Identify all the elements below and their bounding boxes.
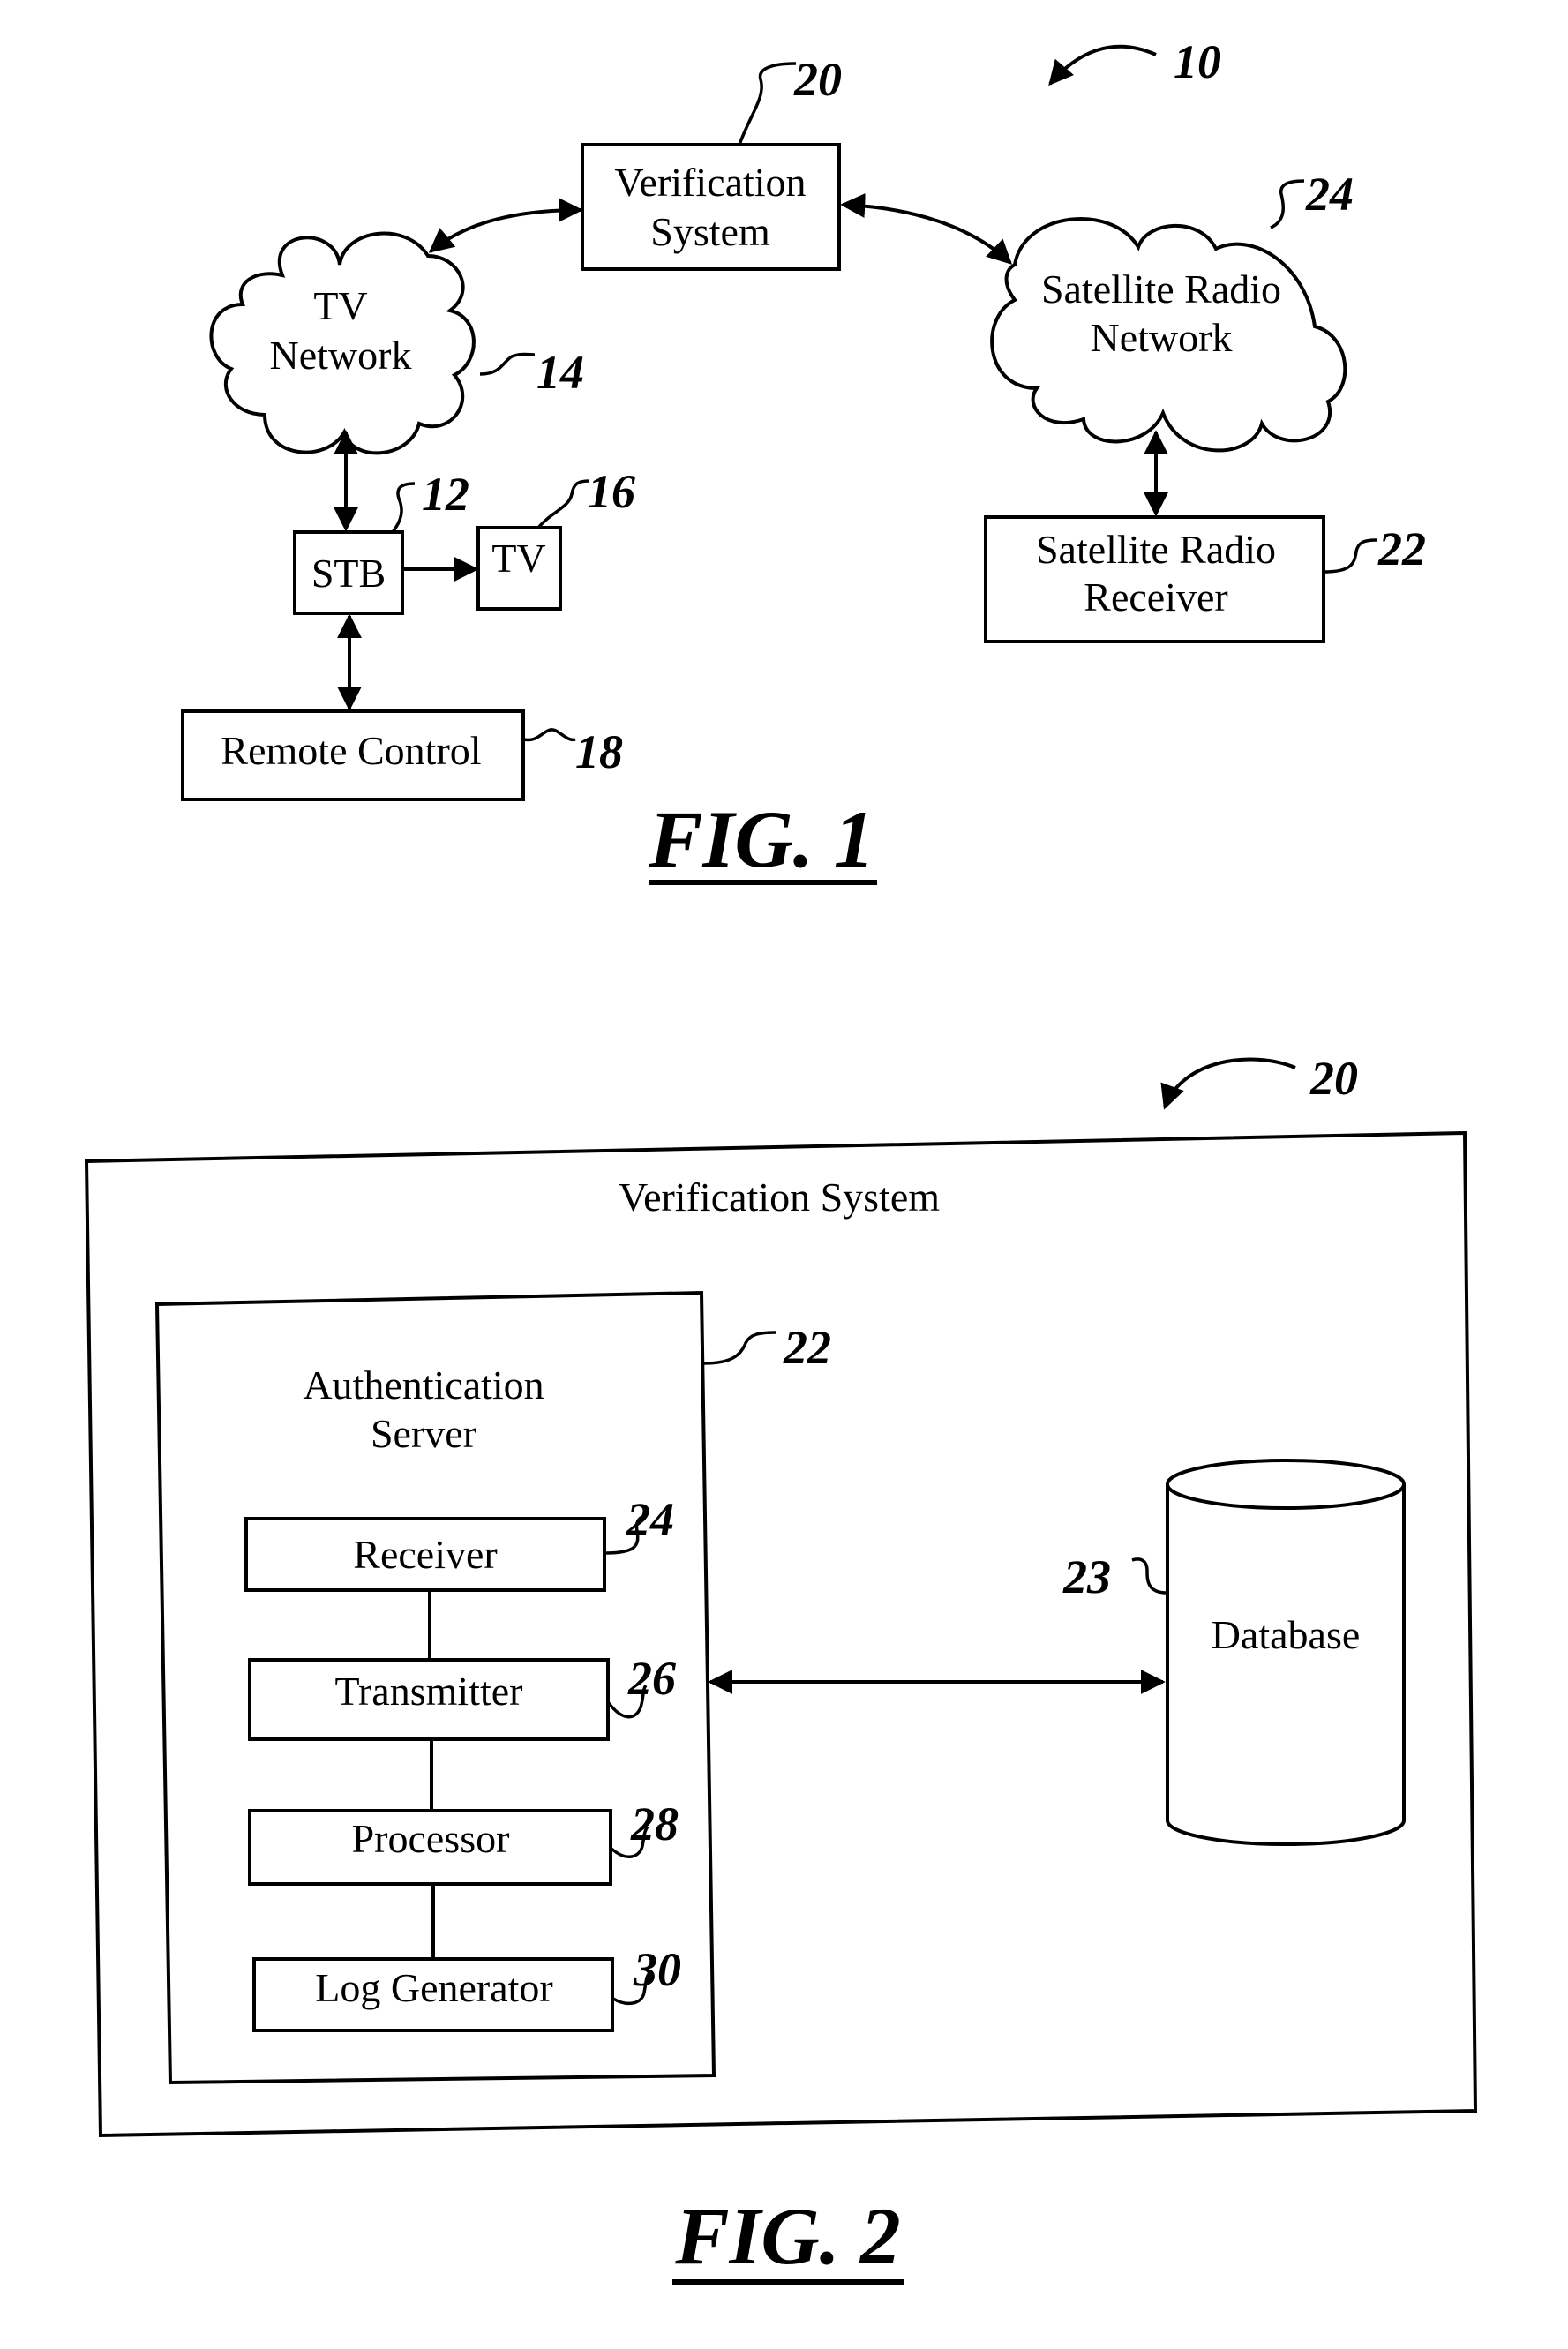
leader-line xyxy=(536,479,590,529)
link-verification-satellite-network xyxy=(840,193,1013,265)
node-label: STB xyxy=(311,551,386,596)
ref-label: 12 xyxy=(422,468,469,521)
remote-control-node: Remote Control 18 xyxy=(181,709,623,801)
leader-line xyxy=(391,482,416,534)
caption-text: FIG. 1 xyxy=(648,794,874,884)
leader-line xyxy=(523,728,576,742)
ref-label: 16 xyxy=(588,465,635,518)
ref-label: 20 xyxy=(1309,1052,1358,1105)
ref-label: 20 xyxy=(793,53,842,106)
leader-line xyxy=(479,352,536,376)
leader-line xyxy=(1270,179,1305,229)
link-verification-tv-network xyxy=(428,198,583,253)
container-label: Verification System xyxy=(619,1174,940,1220)
database-label: Database xyxy=(1212,1612,1361,1657)
tv-network-node: TV Network 14 xyxy=(209,231,584,455)
component-label: Transmitter xyxy=(335,1669,523,1714)
verification-system-node: Verification System 20 xyxy=(581,53,842,271)
curved-arrow-icon xyxy=(1048,44,1157,86)
leader-line xyxy=(1323,538,1377,574)
node-label-line2: Network xyxy=(270,333,412,378)
component-label: Receiver xyxy=(353,1532,497,1577)
node-label-line2: Network xyxy=(1091,315,1233,360)
curved-arrow-icon xyxy=(1160,1057,1296,1110)
node-label-line2: Receiver xyxy=(1084,574,1227,619)
ref-label: 24 xyxy=(626,1493,674,1546)
database-cylinder-top xyxy=(1166,1459,1406,1510)
ref-label: 10 xyxy=(1174,35,1221,88)
node-label-line1: TV xyxy=(313,283,367,328)
figure-2-caption: FIG. 2 xyxy=(672,2191,904,2285)
server-label-line2: Server xyxy=(371,1411,476,1456)
system-ref-20: 20 xyxy=(1160,1052,1358,1110)
tv-node: TV 16 xyxy=(476,465,635,611)
figure-1: 10 Verification System 20 TV Network 14 … xyxy=(181,35,1426,885)
patent-drawing-sheet: 10 Verification System 20 TV Network 14 … xyxy=(84,35,1478,2285)
component-label: Processor xyxy=(352,1816,510,1861)
figure-2: 20 Verification System Authentication Se… xyxy=(84,1052,1478,2285)
satellite-radio-receiver-node: Satellite Radio Receiver 22 xyxy=(984,515,1426,643)
ref-label: 22 xyxy=(783,1321,831,1374)
node-label: TV xyxy=(491,536,545,581)
figure-1-caption: FIG. 1 xyxy=(648,794,877,885)
ref-label: 28 xyxy=(630,1797,679,1850)
caption-text: FIG. 2 xyxy=(674,2191,901,2281)
node-label-line1: Verification xyxy=(614,160,806,205)
satellite-radio-network-node: Satellite Radio Network 24 xyxy=(990,168,1354,453)
database-cylinder-body xyxy=(1166,1484,1406,1846)
server-label-line1: Authentication xyxy=(303,1362,544,1407)
node-label: Remote Control xyxy=(221,728,481,773)
ref-label: 23 xyxy=(1062,1550,1111,1603)
ref-label: 22 xyxy=(1377,522,1426,575)
node-label-line1: Satellite Radio xyxy=(1036,527,1276,572)
leader-line xyxy=(738,62,797,146)
node-label-line2: System xyxy=(650,209,770,254)
component-label: Log Generator xyxy=(315,1965,553,2010)
ref-label: 14 xyxy=(536,346,584,399)
ref-label: 18 xyxy=(575,725,623,778)
node-label-line1: Satellite Radio xyxy=(1041,266,1281,311)
ref-label: 26 xyxy=(627,1652,676,1705)
system-ref-10: 10 xyxy=(1048,35,1221,88)
ref-label: 24 xyxy=(1305,168,1354,221)
stb-node: STB 12 xyxy=(293,468,469,615)
ref-label: 30 xyxy=(633,1943,681,1996)
